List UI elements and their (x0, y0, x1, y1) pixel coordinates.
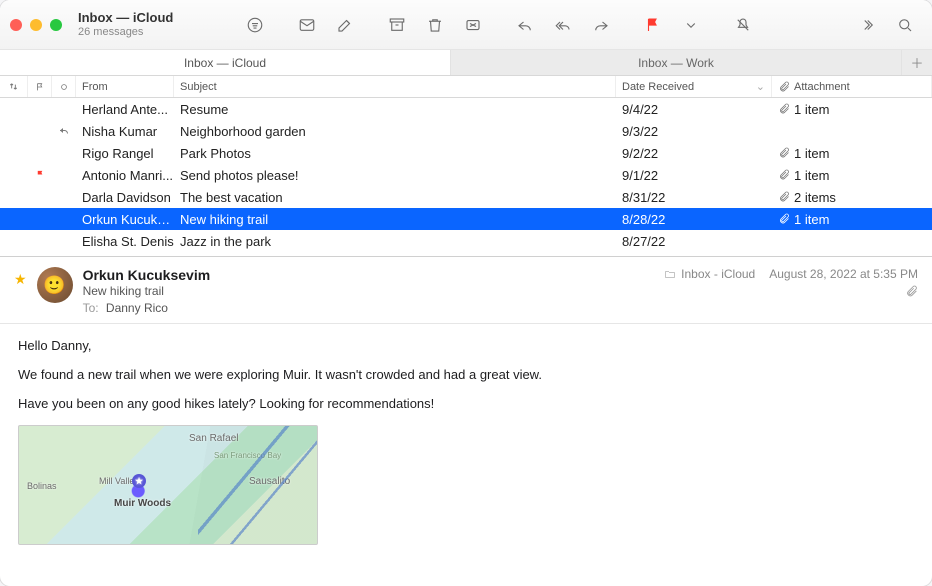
forward-button[interactable] (584, 11, 618, 39)
map-label: San Rafael (189, 433, 238, 444)
paperclip-icon (778, 169, 790, 181)
message-row[interactable]: Elisha St. Denis Jazz in the park 8/27/2… (0, 230, 932, 252)
map-pin-label: Muir Woods (114, 498, 171, 509)
sort-column-header[interactable] (0, 76, 28, 97)
chevron-down-icon: ⌄ (756, 80, 765, 93)
tab-inbox-icloud[interactable]: Inbox — iCloud (0, 50, 451, 75)
paperclip-icon (778, 213, 790, 225)
flag-column-header[interactable] (28, 76, 52, 97)
reply-button[interactable] (508, 11, 542, 39)
message-list: Herland Ante... Resume 9/4/22 1 item Nis… (0, 98, 932, 252)
preview-folder[interactable]: Inbox - iCloud (664, 267, 755, 281)
message-row[interactable]: Herland Ante... Resume 9/4/22 1 item (0, 98, 932, 120)
preview-sender: Orkun Kucuksevim (83, 267, 211, 283)
preview-recipient[interactable]: Danny Rico (106, 301, 168, 315)
search-button[interactable] (888, 11, 922, 39)
message-row[interactable]: Nisha Kumar Neighborhood garden 9/3/22 (0, 120, 932, 142)
minimize-window-button[interactable] (30, 19, 42, 31)
message-body: Hello Danny, We found a new trail when w… (0, 324, 932, 559)
compose-button[interactable] (328, 11, 362, 39)
window-title: Inbox — iCloud (78, 11, 218, 26)
tab-inbox-work[interactable]: Inbox — Work (451, 50, 902, 75)
window-subtitle: 26 messages (78, 26, 218, 39)
preview-subject: New hiking trail (83, 284, 211, 298)
window-controls (10, 19, 62, 31)
map-pin-icon: ★ (132, 474, 146, 488)
attachment-indicator-icon[interactable] (905, 285, 918, 301)
preview-to-line: To: Danny Rico (83, 301, 211, 315)
fullscreen-window-button[interactable] (50, 19, 62, 31)
preview-datetime: August 28, 2022 at 5:35 PM (769, 267, 918, 281)
archive-button[interactable] (380, 11, 414, 39)
paperclip-icon (778, 147, 790, 159)
map-label: Bolinas (27, 481, 57, 491)
flag-menu-chevron[interactable] (674, 11, 708, 39)
preview-header: ★ 🙂 Orkun Kucuksevim New hiking trail To… (0, 257, 932, 324)
tab-label: Inbox — iCloud (184, 56, 266, 70)
attachment-column-header[interactable]: Attachment (772, 76, 932, 97)
body-paragraph: Hello Danny, (18, 338, 914, 353)
body-paragraph: Have you been on any good hikes lately? … (18, 396, 914, 411)
flag-button[interactable] (636, 11, 670, 39)
message-row[interactable]: Antonio Manri... Send photos please! 9/1… (0, 164, 932, 186)
mail-window: Inbox — iCloud 26 messages (0, 0, 932, 586)
body-paragraph: We found a new trail when we were explor… (18, 367, 914, 382)
paperclip-icon (778, 191, 790, 203)
trash-button[interactable] (418, 11, 452, 39)
new-message-button[interactable] (290, 11, 324, 39)
subject-column-header[interactable]: Subject (174, 76, 616, 97)
map-label: San Francisco Bay (214, 451, 281, 460)
more-toolbar-button[interactable] (850, 11, 884, 39)
tab-label: Inbox — Work (638, 56, 714, 70)
map-label: Sausalito (249, 476, 290, 487)
from-column-header[interactable]: From (76, 76, 174, 97)
date-column-header[interactable]: Date Received ⌄ (616, 76, 772, 97)
toolbar (238, 11, 922, 39)
message-row-selected[interactable]: Orkun Kucuks... New hiking trail 8/28/22… (0, 208, 932, 230)
paperclip-icon (778, 81, 790, 93)
titlebar: Inbox — iCloud 26 messages (0, 0, 932, 50)
vip-star-icon[interactable]: ★ (14, 271, 27, 315)
flag-icon (35, 168, 46, 183)
close-window-button[interactable] (10, 19, 22, 31)
title-block: Inbox — iCloud 26 messages (78, 11, 218, 39)
status-column-header[interactable] (52, 76, 76, 97)
message-row[interactable]: Rigo Rangel Park Photos 9/2/22 1 item (0, 142, 932, 164)
new-tab-button[interactable]: ＋ (902, 50, 932, 75)
filter-button[interactable] (238, 11, 272, 39)
sender-avatar[interactable]: 🙂 (37, 267, 73, 303)
folder-icon (664, 268, 676, 280)
map-attachment[interactable]: San Rafael San Francisco Bay Sausalito M… (18, 425, 318, 545)
column-headers: From Subject Date Received ⌄ Attachment (0, 76, 932, 98)
mute-button[interactable] (726, 11, 760, 39)
replied-icon (58, 124, 70, 139)
junk-button[interactable] (456, 11, 490, 39)
paperclip-icon (778, 103, 790, 115)
tab-bar: Inbox — iCloud Inbox — Work ＋ (0, 50, 932, 76)
reply-all-button[interactable] (546, 11, 580, 39)
message-row[interactable]: Darla Davidson The best vacation 8/31/22… (0, 186, 932, 208)
